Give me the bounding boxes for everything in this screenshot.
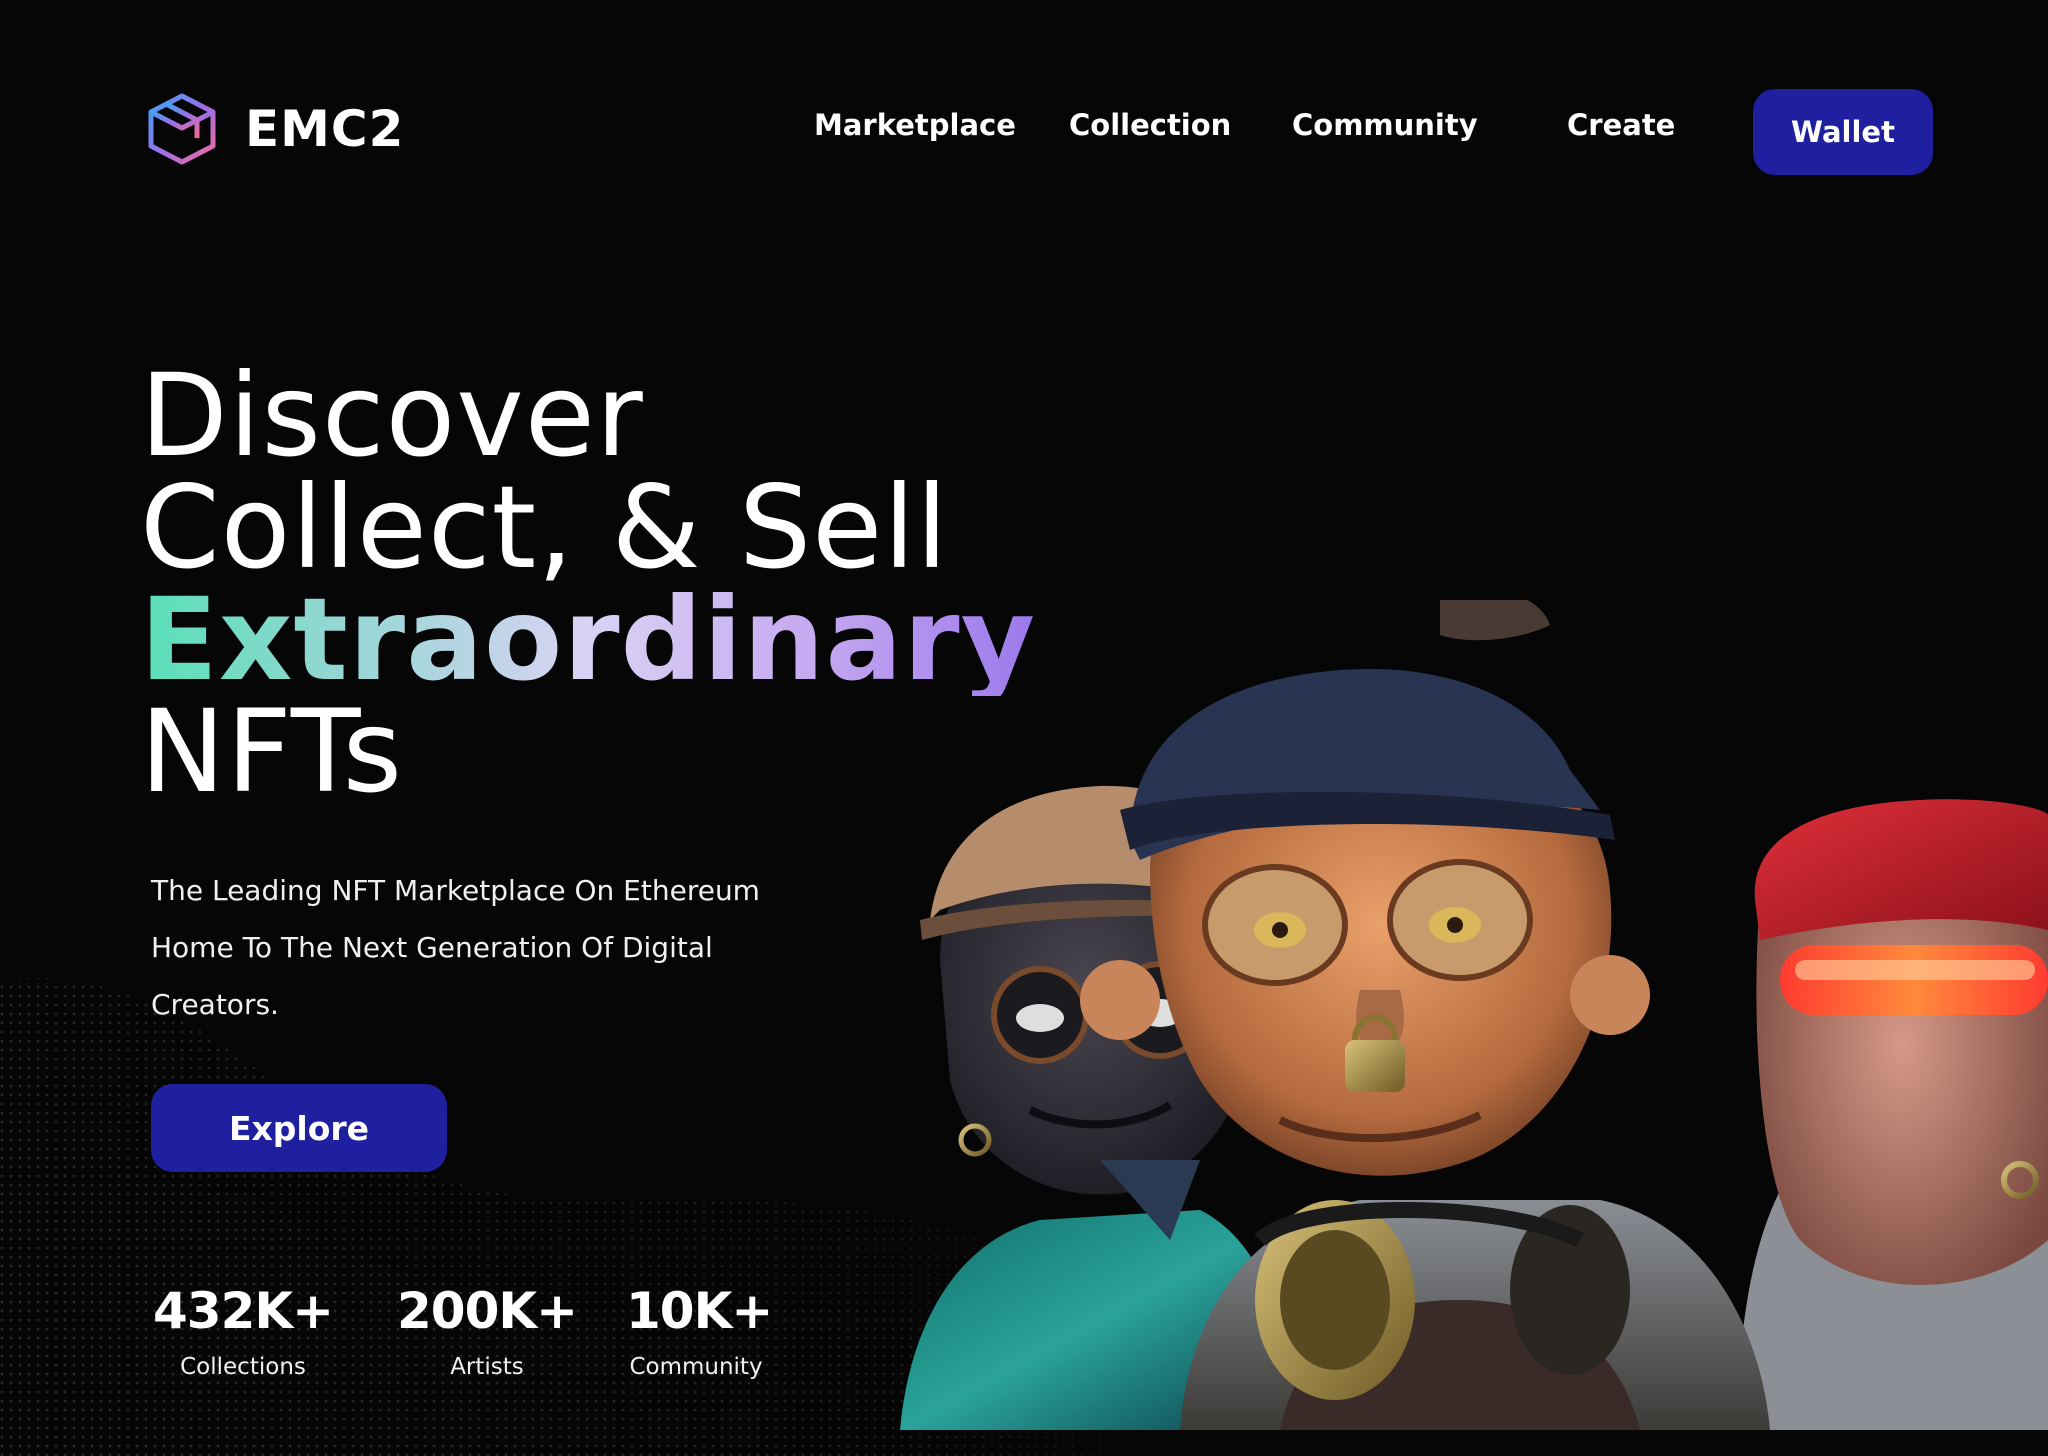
- stat-collections: 432K+ Collections: [148, 1282, 338, 1380]
- nav-item-collection[interactable]: Collection: [1069, 108, 1231, 142]
- landing-page: EMC2 Marketplace Collection Community Cr…: [0, 0, 2048, 1456]
- site-header: EMC2 Marketplace Collection Community Cr…: [0, 0, 2048, 260]
- stat-label: Artists: [450, 1354, 524, 1380]
- stat-community: 10K+ Community: [626, 1282, 773, 1380]
- stats-row: 432K+ Collections 200K+ Artists 10K+ Com…: [0, 1282, 900, 1402]
- stat-value: 10K+: [626, 1282, 773, 1340]
- hero-subtitle: The Leading NFT Marketplace On Ethereum …: [151, 862, 831, 1033]
- explore-button[interactable]: Explore: [151, 1084, 447, 1172]
- stat-label: Collections: [180, 1354, 306, 1380]
- stat-value: 200K+: [396, 1282, 578, 1340]
- hero-title-line-2: Collect, & Sell: [140, 461, 949, 594]
- main-nav: Marketplace Collection Community Create: [0, 108, 2048, 158]
- hero-subtitle-line-1: The Leading NFT Marketplace On Ethereum: [151, 874, 760, 907]
- hero-subtitle-line-2: Home To The Next Generation Of Digital: [151, 931, 713, 964]
- ape-nft-characters-illustration-icon: [900, 600, 2048, 1430]
- stat-label: Community: [629, 1354, 763, 1380]
- stat-value: 432K+: [152, 1282, 334, 1340]
- hero-subtitle-line-3: Creators.: [151, 988, 279, 1021]
- wallet-button[interactable]: Wallet: [1753, 89, 1933, 175]
- nav-item-marketplace[interactable]: Marketplace: [814, 108, 1016, 142]
- stat-artists: 200K+ Artists: [396, 1282, 578, 1380]
- nav-item-community[interactable]: Community: [1292, 108, 1478, 142]
- hero-title-line-1: Discover: [140, 349, 644, 482]
- nav-item-create[interactable]: Create: [1567, 108, 1675, 142]
